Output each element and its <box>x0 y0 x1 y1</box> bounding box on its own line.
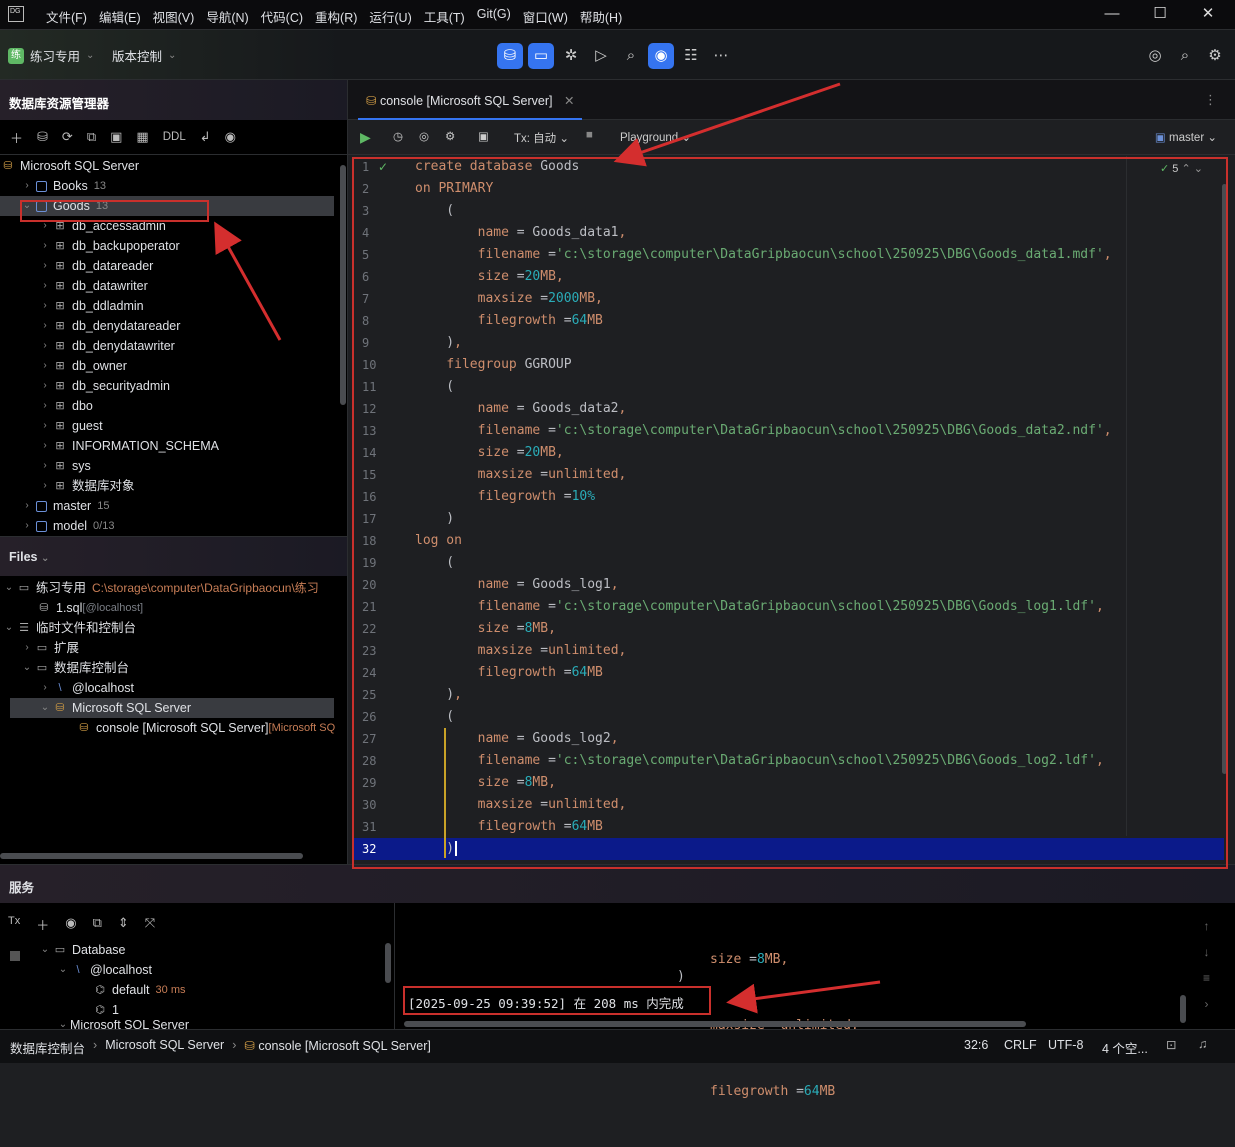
arrow-to-goods <box>214 221 282 341</box>
output-line: filegrowth =64MB <box>710 1084 836 1099</box>
arrow-to-result <box>726 980 881 1014</box>
annotation-arrows <box>214 82 881 1014</box>
arrow-to-editor <box>613 82 841 167</box>
